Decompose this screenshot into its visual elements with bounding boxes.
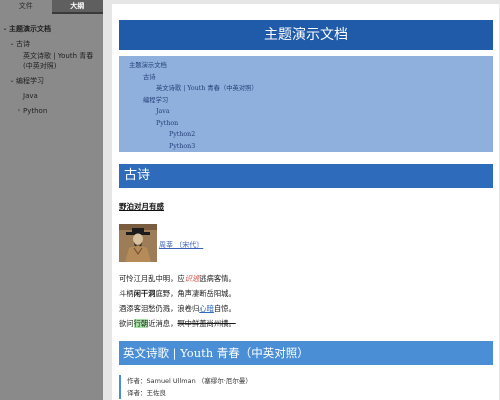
tab-outline[interactable]: 大纲 xyxy=(51,0,103,14)
outline-item-java[interactable]: Java xyxy=(0,91,103,101)
sidebar: 文件 大纲 ⌄ 主题演示文档 ⌄ 古诗 英文诗歌 | Youth 青春 (中英对… xyxy=(0,0,103,400)
toc-item[interactable]: Python2 xyxy=(129,129,483,141)
outline-tree: ⌄ 主题演示文档 ⌄ 古诗 英文诗歌 | Youth 青春 (中英对照) ⌄ 编… xyxy=(0,14,103,116)
outline-item-label: 主题演示文档 xyxy=(9,25,51,33)
poem-line: 斗柄闲干洞庭野，角声凄断岳阳城。 xyxy=(119,289,236,298)
document-title: 主题演示文档 xyxy=(119,20,493,50)
editor-area[interactable]: 主题演示文档 主题演示文档 古诗 英文诗歌 | Youth 青春（中英对照） 编… xyxy=(103,0,500,400)
chevron-down-icon[interactable]: ⌄ xyxy=(8,39,16,49)
section-heading-youth: 英文诗歌 | Youth 青春（中英对照） xyxy=(119,341,493,365)
outline-item-label: 英文诗歌 | Youth 青春 xyxy=(23,52,94,60)
author-row: 周莘 〔宋代〕 xyxy=(119,224,493,262)
document-page[interactable]: 主题演示文档 主题演示文档 古诗 英文诗歌 | Youth 青春（中英对照） 编… xyxy=(112,4,499,400)
author-link[interactable]: 周莘 〔宋代〕 xyxy=(159,240,203,262)
blockquote: 作者：Samuel Ullman （塞缪尔·厄尔曼） 译者：王佐良 xyxy=(119,375,493,399)
outline-item-label: Python xyxy=(23,107,48,115)
toc-item[interactable]: 编程学习 xyxy=(129,95,483,107)
toc-item[interactable]: 英文诗歌 | Youth 青春（中英对照） xyxy=(129,83,483,95)
chevron-down-icon[interactable]: ⌄ xyxy=(8,76,16,86)
outline-item-youth[interactable]: 英文诗歌 | Youth 青春 (中英对照) xyxy=(0,51,103,71)
quote-translator: 译者：王佐良 xyxy=(127,389,166,397)
outline-item-gushi[interactable]: ⌄ 古诗 xyxy=(0,39,103,49)
tab-files[interactable]: 文件 xyxy=(0,0,52,14)
outline-item-python[interactable]: › Python xyxy=(0,106,103,116)
outline-item-label: 编程学习 xyxy=(16,77,44,85)
table-of-contents: 主题演示文档 古诗 英文诗歌 | Youth 青春（中英对照） 编程学习 Jav… xyxy=(119,56,493,152)
chevron-down-icon[interactable]: ⌄ xyxy=(1,24,9,34)
outline-item-label: Java xyxy=(23,92,38,100)
poem-line: 酒添客泪愁仍溅，浪卷归心暗自惊。 xyxy=(119,304,236,313)
toc-item[interactable]: Python xyxy=(129,118,483,130)
poem-body: 可怜江月乱中明，应识逃逃病客情。 斗柄闲干洞庭野，角声凄断岳阳城。 酒添客泪愁仍… xyxy=(119,271,493,331)
outline-item-root[interactable]: ⌄ 主题演示文档 xyxy=(0,24,103,34)
toc-item[interactable]: 古诗 xyxy=(129,72,483,84)
poem-line: 欲问行朝近消息，瞑中鲜蓋尚州横。 xyxy=(119,319,236,328)
toc-item[interactable]: Java xyxy=(129,106,483,118)
toc-item[interactable]: 主题演示文档 xyxy=(129,60,483,72)
outline-item-biancheng[interactable]: ⌄ 编程学习 xyxy=(0,76,103,86)
outline-item-label: 古诗 xyxy=(16,40,30,48)
chevron-right-icon[interactable]: › xyxy=(15,106,23,116)
section-heading-gushi: 古诗 xyxy=(119,164,493,188)
sidebar-tabs: 文件 大纲 xyxy=(0,0,103,14)
quote-author: 作者：Samuel Ullman （塞缪尔·厄尔曼） xyxy=(127,377,252,385)
poem-line: 可怜江月乱中明，应识逃逃病客情。 xyxy=(119,274,236,283)
outline-item-label-cont: (中英对照) xyxy=(23,62,57,70)
toc-item[interactable]: Python3 xyxy=(129,141,483,153)
author-portrait-image xyxy=(119,224,157,262)
poem-title: 野泊对月有感 xyxy=(119,202,164,211)
